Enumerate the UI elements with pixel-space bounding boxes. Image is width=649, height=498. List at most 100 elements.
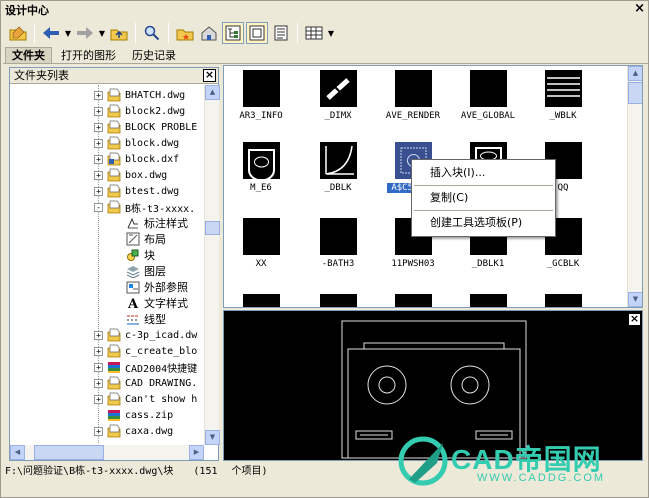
views-dropdown-icon[interactable]: ▼ — [327, 29, 335, 38]
tree-hscroll-thumb[interactable] — [34, 445, 104, 460]
folder-pencil-icon — [9, 26, 27, 41]
expand-icon[interactable]: + — [94, 170, 103, 180]
menu-insert-block[interactable]: 插入块(I)... — [412, 163, 555, 183]
tree-view-toggle[interactable] — [222, 22, 244, 44]
expand-icon[interactable]: + — [94, 330, 103, 340]
block-label: M_E6 — [250, 183, 272, 193]
block-thumbnail[interactable] — [243, 70, 280, 107]
folder-tree: + BHATCH.dwg + block2.dwg + BLOCK PROBLE + bloc… — [10, 85, 205, 443]
tab-history[interactable]: 历史记录 — [125, 47, 183, 63]
back-dropdown-icon[interactable]: ▼ — [64, 29, 72, 38]
preview-close-button[interactable]: × — [628, 313, 641, 326]
tree-item[interactable]: + block.dxf — [94, 151, 179, 167]
scroll-up-icon[interactable]: ▲ — [205, 85, 220, 100]
tree-item[interactable]: 外部参照 — [126, 279, 188, 295]
description-toggle[interactable] — [270, 22, 292, 44]
grid-scroll-thumb[interactable] — [628, 82, 642, 104]
tree-item[interactable]: + btest.dwg — [94, 183, 179, 199]
tree-item[interactable]: 图层 — [126, 263, 166, 279]
tree-item[interactable]: + box.dwg — [94, 167, 167, 183]
tab-open-drawings[interactable]: 打开的图形 — [54, 47, 123, 63]
scroll-left-icon[interactable]: ◀ — [10, 445, 25, 460]
expand-icon[interactable]: + — [94, 426, 103, 436]
preview-icon — [249, 25, 265, 41]
menu-create-tool-palette[interactable]: 创建工具选项板(P) — [412, 213, 555, 233]
expand-icon[interactable]: + — [94, 122, 103, 132]
tree-item[interactable]: + block2.dwg — [94, 103, 185, 119]
block-thumbnail[interactable] — [320, 142, 357, 179]
tree-vertical-scrollbar[interactable]: ▲ ▼ — [204, 85, 220, 445]
expand-icon[interactable]: + — [94, 346, 103, 356]
block-thumbnail[interactable] — [320, 294, 357, 307]
block-thumbnail[interactable] — [395, 70, 432, 107]
block-label: AVE_RENDER — [385, 111, 441, 121]
folder-list-close-button[interactable]: × — [203, 69, 216, 82]
expand-icon[interactable]: + — [94, 138, 103, 148]
tree-item[interactable]: + caxa.dwg — [94, 423, 173, 439]
expand-icon[interactable]: + — [94, 90, 103, 100]
context-menu: 插入块(I)... 复制(C) 创建工具选项板(P) — [411, 159, 556, 237]
menu-copy[interactable]: 复制(C) — [412, 188, 555, 208]
tree-horizontal-scrollbar[interactable]: ◀ ▶ — [10, 445, 204, 460]
tree-item[interactable]: + Can't show h — [94, 391, 197, 407]
dwg-file-icon — [107, 120, 121, 134]
tab-strip: 文件夹 打开的图形 历史记录 — [5, 47, 183, 63]
search-icon — [144, 25, 160, 41]
block-thumbnail[interactable] — [395, 294, 432, 307]
tree-item[interactable]: - B栋-t3-xxxx. — [94, 199, 195, 215]
tree-item[interactable]: 块 — [126, 247, 155, 263]
tree-item-label: 文字样式 — [144, 297, 188, 310]
load-button[interactable] — [7, 22, 29, 44]
collapse-icon[interactable]: - — [94, 202, 103, 212]
tree-item[interactable]: + CAD2004快捷键 — [94, 359, 197, 375]
block-thumbnail[interactable] — [470, 294, 507, 307]
forward-dropdown-icon[interactable]: ▼ — [98, 29, 106, 38]
expand-icon[interactable]: + — [94, 186, 103, 196]
tree-item[interactable]: + c-3p_icad.dw — [94, 327, 197, 343]
block-thumbnail[interactable] — [470, 70, 507, 107]
block-thumbnail[interactable] — [545, 70, 582, 107]
tree-item[interactable]: 标注样式 — [126, 215, 188, 231]
tree-item[interactable]: + block.dwg — [94, 135, 179, 151]
block-thumbnail[interactable] — [243, 218, 280, 255]
home-button[interactable] — [198, 22, 220, 44]
expand-icon[interactable]: + — [94, 394, 103, 404]
grid-vertical-scrollbar[interactable]: ▲ ▼ — [627, 66, 642, 307]
block-thumbnail[interactable] — [320, 70, 357, 107]
expand-icon[interactable]: + — [94, 154, 103, 164]
back-button[interactable] — [40, 22, 62, 44]
tree-item[interactable]: 布局 — [126, 231, 166, 247]
expand-icon[interactable]: + — [94, 378, 103, 388]
block-thumbnail[interactable] — [243, 294, 280, 307]
folder-list-pane: 文件夹列表 × + BHATCH.dwg + block2.dwg + BLOCK PRO… — [9, 67, 220, 461]
tree-item[interactable]: + CAD DRAWING. — [94, 375, 197, 391]
tree-item[interactable]: cass.zip — [94, 407, 173, 423]
archive-icon — [107, 408, 121, 422]
tree-scroll-thumb[interactable] — [205, 221, 220, 235]
block-thumbnail[interactable] — [320, 218, 357, 255]
forward-button[interactable] — [74, 22, 96, 44]
favorites-button[interactable] — [174, 22, 196, 44]
block-thumbnail[interactable] — [545, 294, 582, 307]
expand-icon[interactable]: + — [94, 362, 103, 372]
preview-toggle[interactable] — [246, 22, 268, 44]
expand-icon[interactable]: + — [94, 106, 103, 116]
window-close-button[interactable]: × — [634, 1, 645, 16]
tree-item[interactable]: + BHATCH.dwg — [94, 87, 185, 103]
tab-folders[interactable]: 文件夹 — [5, 47, 52, 63]
toolbar: ▼ ▼ ▼ — [3, 20, 648, 46]
views-button[interactable] — [303, 22, 325, 44]
up-button[interactable] — [108, 22, 130, 44]
scroll-down-icon[interactable]: ▼ — [205, 430, 220, 445]
grid-scroll-up-icon[interactable]: ▲ — [628, 66, 642, 81]
tree-item[interactable]: A 文字样式 — [126, 295, 188, 312]
tree-item[interactable]: 线型 — [126, 311, 166, 327]
grid-scroll-down-icon[interactable]: ▼ — [628, 292, 642, 307]
block-thumbnail[interactable] — [243, 142, 280, 182]
tree-item-label: BLOCK PROBLE — [125, 121, 198, 133]
tree-item-label: 布局 — [144, 233, 166, 246]
tree-item[interactable]: + BLOCK PROBLE — [94, 119, 197, 135]
tree-item[interactable]: + c_create_blo — [94, 343, 197, 359]
search-button[interactable] — [141, 22, 163, 44]
scroll-right-icon[interactable]: ▶ — [189, 445, 204, 460]
